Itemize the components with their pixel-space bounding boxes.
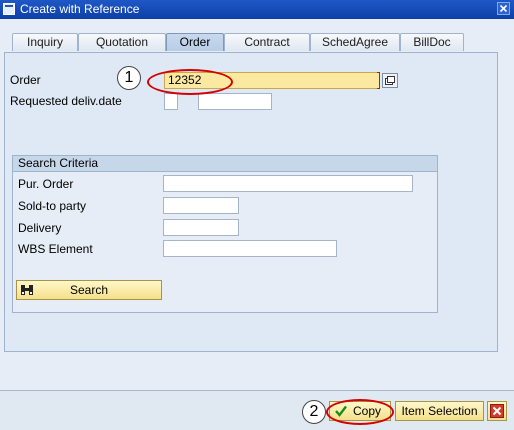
requested-deliv-date-label: Requested deliv.date (10, 94, 122, 108)
tab-quotation[interactable]: Quotation (78, 33, 166, 51)
tab-billdoc[interactable]: BillDoc (400, 33, 464, 51)
window-title: Create with Reference (20, 2, 140, 16)
sold-to-party-input[interactable] (163, 197, 239, 214)
dialog-toolbar: Copy Item Selection (0, 390, 514, 430)
title-bar: Create with Reference (0, 0, 514, 19)
sap-window-icon (3, 3, 15, 15)
callout-ring-copy (326, 399, 394, 425)
search-button[interactable]: Search (16, 280, 162, 300)
requested-deliv-date-input[interactable] (198, 93, 272, 110)
dialog-body: Inquiry Quotation Order Contract SchedAg… (0, 19, 514, 430)
delivery-input[interactable] (163, 219, 239, 236)
cancel-icon (490, 404, 504, 418)
value-help-icon[interactable] (382, 73, 398, 88)
close-icon[interactable] (497, 2, 510, 15)
tab-inquiry[interactable]: Inquiry (12, 33, 78, 51)
pur-order-input[interactable] (163, 175, 413, 192)
item-selection-button[interactable]: Item Selection (395, 401, 484, 421)
tab-schedagree[interactable]: SchedAgree (310, 33, 400, 51)
order-label: Order (10, 73, 41, 87)
search-button-label: Search (69, 283, 109, 297)
tab-order[interactable]: Order (166, 33, 224, 51)
focus-bracket (377, 72, 380, 89)
wbs-element-input[interactable] (163, 240, 337, 257)
cancel-button[interactable] (487, 401, 507, 421)
delivery-label: Delivery (18, 221, 62, 235)
search-criteria-title: Search Criteria (13, 156, 437, 172)
order-tab-panel: Order 12352 Requested deliv.date Search … (4, 52, 498, 352)
sold-to-party-label: Sold-to party (18, 199, 87, 213)
deliv-date-type-input[interactable] (164, 93, 178, 110)
pur-order-label: Pur. Order (18, 177, 74, 191)
search-criteria-group: Search Criteria Pur. Order Sold-to party… (12, 155, 438, 313)
wbs-element-label: WBS Element (18, 242, 93, 256)
callout-number-2: 2 (302, 400, 326, 424)
tab-contract[interactable]: Contract (224, 33, 310, 51)
callout-number-1: 1 (117, 66, 141, 90)
callout-ring-order (147, 69, 233, 95)
binoculars-icon (21, 285, 33, 295)
